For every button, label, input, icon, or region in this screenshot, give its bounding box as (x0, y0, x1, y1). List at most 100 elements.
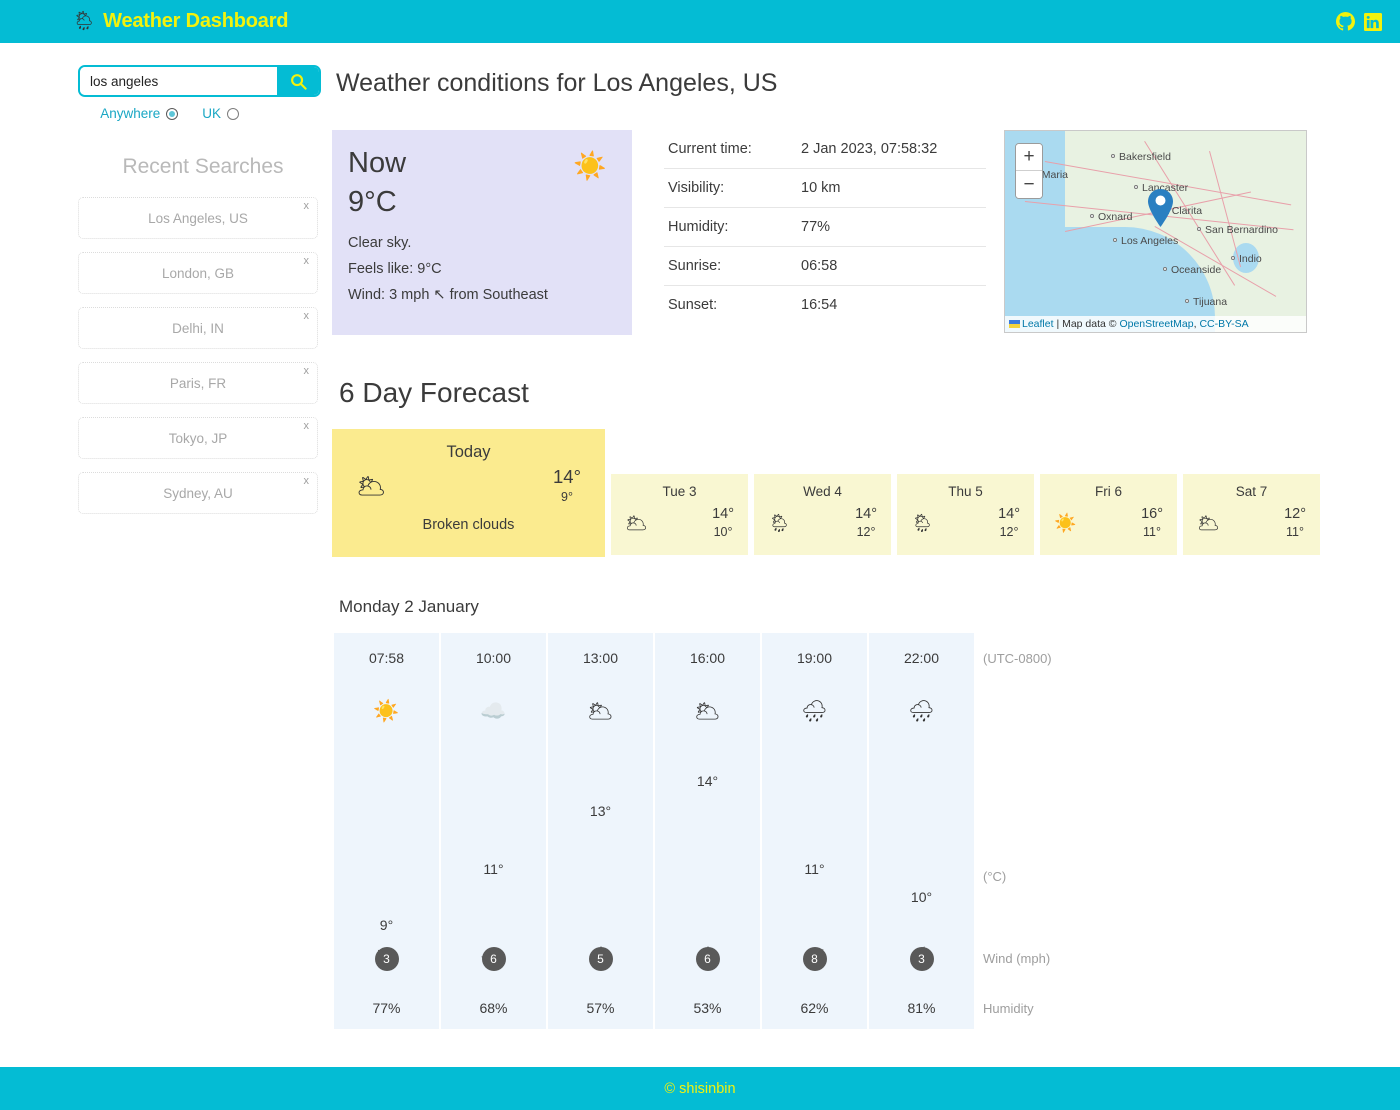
search-bar (78, 65, 321, 97)
forecast-row: Today 🌥 14° 9° Broken clouds Tue 3 🌥 14° 10… (332, 429, 1340, 557)
forecast-card-day[interactable]: Fri 6 ☀️ 16° 11° (1040, 474, 1177, 555)
hourly-time: 16:00 (689, 650, 726, 666)
conditions-row: Humidity: 77% (664, 207, 986, 247)
scope-anywhere[interactable]: Anywhere (100, 106, 179, 121)
radio-uk-icon[interactable] (227, 107, 239, 120)
recent-search-item[interactable]: Paris, FR x (78, 362, 318, 404)
hourly-column: 13:00 🌥 13° 5 57% (548, 633, 653, 1029)
map-zoom-out-button[interactable]: − (1016, 171, 1042, 198)
github-icon[interactable] (1336, 12, 1355, 31)
linkedin-icon[interactable] (1364, 12, 1382, 31)
recent-search-item[interactable]: London, GB x (78, 252, 318, 294)
forecast-card-today[interactable]: Today 🌥 14° 9° Broken clouds (332, 429, 605, 557)
hourly-column: 19:00 🌧 11° 8 62% (762, 633, 867, 1029)
now-feels-like: Feels like: 9°C (348, 260, 442, 277)
radio-anywhere-icon[interactable] (166, 107, 179, 120)
hourly-temperature: 10° (910, 889, 933, 905)
leaflet-link[interactable]: Leaflet (1022, 318, 1054, 330)
conditions-key: Current time: (664, 130, 797, 169)
recent-search-delete-button[interactable]: x (304, 420, 310, 432)
conditions-value: 2 Jan 2023, 07:58:32 (797, 130, 986, 169)
sun-icon: ☀️ (373, 700, 400, 723)
openstreetmap-link[interactable]: OpenStreetMap (1119, 318, 1193, 330)
hourly-time: 19:00 (796, 650, 833, 666)
hourly-humidity: 57% (586, 1000, 615, 1016)
footer-credit-link[interactable]: © shisinbin (664, 1081, 735, 1097)
forecast-day-high: 14° (998, 506, 1020, 522)
forecast-card-day[interactable]: Tue 3 🌥 14° 10° (611, 474, 748, 555)
sun-icon: ☀️ (1054, 512, 1077, 533)
wind-speed-badge: 3 (909, 946, 934, 971)
sun-behind-rain-cloud-icon: 🌦 (911, 512, 934, 533)
conditions-table: Current time: 2 Jan 2023, 07:58:32 Visibil… (664, 130, 986, 324)
map-city-dot (1231, 256, 1235, 260)
license-link[interactable]: CC-BY-SA (1199, 318, 1248, 330)
forecast-card-day[interactable]: Thu 5 🌦 14° 12° (897, 474, 1034, 555)
recent-search-delete-button[interactable]: x (304, 310, 310, 322)
map-city-label: Indio (1239, 253, 1262, 265)
forecast-day-name: Tue 3 (662, 484, 697, 499)
hourly-temperature: 13° (589, 803, 612, 819)
wind-speed-badge: 3 (374, 947, 399, 971)
wind-speed-badge: 8 (802, 947, 827, 971)
map-zoom-controls[interactable]: + − (1015, 143, 1043, 199)
recent-search-item[interactable]: Tokyo, JP x (78, 417, 318, 459)
recent-search-item[interactable]: Delhi, IN x (78, 307, 318, 349)
conditions-row: Sunset: 16:54 (664, 286, 986, 325)
label-humidity: Humidity (983, 1001, 1034, 1016)
hourly-humidity: 81% (907, 1000, 936, 1016)
recent-search-delete-button[interactable]: x (304, 200, 310, 212)
hourly-humidity: 62% (800, 1000, 829, 1016)
recent-search-item[interactable]: Sydney, AU x (78, 472, 318, 514)
recent-search-label: Sydney, AU (163, 485, 233, 501)
forecast-day-low: 12° (999, 525, 1019, 540)
recent-search-label: Paris, FR (169, 375, 227, 391)
hourly-temperature: 14° (696, 773, 719, 789)
broken-clouds-icon: 🌥 (694, 700, 721, 723)
wind-speed-value: 3 (918, 952, 925, 966)
search-button[interactable] (277, 67, 319, 95)
app-title: Weather Dashboard (103, 10, 289, 32)
conditions-row: Visibility: 10 km (664, 168, 986, 208)
hourly-wind: 3 (869, 931, 974, 987)
map-city-label: San Bernardino (1205, 224, 1278, 236)
forecast-today-low: 9° (561, 490, 573, 504)
conditions-value: 06:58 (797, 246, 986, 286)
recent-search-label: Tokyo, JP (168, 430, 228, 446)
recent-searches-list: Los Angeles, US x London, GB x Delhi, IN x Par… (0, 197, 330, 514)
hourly-time: 22:00 (903, 650, 940, 666)
label-wind: Wind (mph) (983, 951, 1051, 966)
search-input[interactable] (80, 67, 277, 95)
sun-icon: ☀️ (573, 151, 607, 181)
scope-uk[interactable]: UK (202, 106, 239, 121)
scope-anywhere-label: Anywhere (100, 106, 161, 121)
recent-search-delete-button[interactable]: x (304, 475, 310, 487)
hourly-humidity: 77% (372, 1000, 401, 1016)
app-header: 🌦 Weather Dashboard (0, 0, 1400, 43)
broken-clouds-icon: 🌥 (625, 512, 648, 533)
recent-search-delete-button[interactable]: x (304, 365, 310, 377)
rain-cloud-night-icon: 🌧 (908, 700, 935, 723)
map-city-dot (1134, 185, 1138, 189)
map-zoom-in-button[interactable]: + (1016, 144, 1042, 171)
forecast-card-day[interactable]: Sat 7 🌥 12° 11° (1183, 474, 1320, 555)
map-marker-icon (1148, 189, 1173, 232)
hourly-row-labels: (UTC-0800) (°C) Wind (mph) Humidity (974, 633, 1144, 1029)
conditions-key: Sunset: (668, 297, 718, 313)
conditions-key: Humidity: (664, 207, 797, 247)
hourly-time: 07:58 (368, 650, 405, 666)
forecast-day-high: 14° (712, 506, 734, 522)
hourly-wind: 5 (548, 931, 653, 987)
hourly-humidity: 53% (693, 1000, 722, 1016)
forecast-day-high: 12° (1284, 506, 1306, 522)
recent-search-item[interactable]: Los Angeles, US x (78, 197, 318, 239)
forecast-day-high: 14° (855, 506, 877, 522)
forecast-day-name: Thu 5 (948, 484, 983, 499)
location-map[interactable]: + − Bakersfield a Maria Lancaster Oxnard a C… (1004, 130, 1307, 333)
broken-clouds-icon: 🌥 (1197, 512, 1220, 533)
white-cloud-icon: ☁️ (480, 700, 507, 723)
forecast-card-day[interactable]: Wed 4 🌦 14° 12° (754, 474, 891, 555)
recent-search-delete-button[interactable]: x (304, 255, 310, 267)
map-city-dot (1197, 227, 1201, 231)
map-city-label: Tijuana (1193, 296, 1228, 308)
